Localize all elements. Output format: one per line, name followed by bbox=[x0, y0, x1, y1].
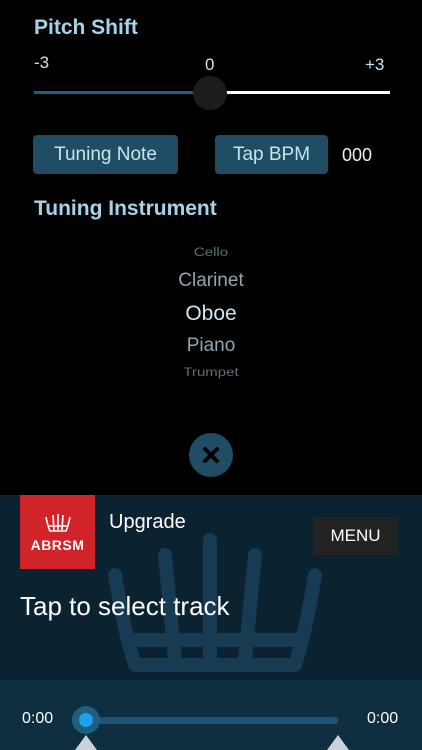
pitch-max-label: +3 bbox=[365, 55, 385, 74]
tap-bpm-button[interactable]: Tap BPM bbox=[215, 135, 328, 174]
instrument-picker[interactable]: Cello Clarinet Oboe Piano Trumpet bbox=[0, 238, 422, 388]
progress-bar: 0:00 0:00 bbox=[0, 680, 422, 750]
bpm-value: 000 bbox=[342, 145, 373, 165]
loop-end-marker-icon[interactable] bbox=[327, 735, 349, 750]
slider-thumb[interactable] bbox=[193, 76, 227, 110]
playback-track bbox=[86, 717, 338, 724]
picker-item-cello[interactable]: Cello bbox=[0, 246, 422, 260]
slider-track-filled bbox=[34, 91, 210, 94]
time-start: 0:00 bbox=[22, 710, 54, 727]
close-button[interactable] bbox=[189, 433, 233, 477]
pitch-shift-slider[interactable] bbox=[34, 76, 390, 110]
pitch-min-label: -3 bbox=[34, 53, 50, 72]
tuning-instrument-title: Tuning Instrument bbox=[34, 197, 217, 220]
picker-item-oboe[interactable]: Oboe bbox=[0, 302, 422, 326]
upgrade-link[interactable]: Upgrade bbox=[109, 511, 186, 534]
pitch-mid-label: 0 bbox=[205, 55, 215, 74]
player-footer: ABRSM Upgrade MENU Tap to select track 0… bbox=[0, 495, 422, 750]
playback-thumb-core bbox=[79, 713, 93, 727]
slider-track-empty bbox=[210, 91, 390, 94]
playback-slider[interactable] bbox=[72, 700, 338, 740]
abrsm-logo[interactable]: ABRSM bbox=[20, 495, 95, 569]
menu-button[interactable]: MENU bbox=[313, 517, 398, 555]
picker-item-piano[interactable]: Piano bbox=[0, 335, 422, 357]
pitch-shift-title: Pitch Shift bbox=[34, 16, 138, 39]
picker-item-clarinet[interactable]: Clarinet bbox=[0, 270, 422, 292]
picker-item-trumpet[interactable]: Trumpet bbox=[0, 366, 422, 380]
abrsm-logo-text: ABRSM bbox=[30, 537, 85, 553]
close-icon bbox=[203, 447, 219, 463]
crown-icon bbox=[45, 514, 71, 532]
track-prompt[interactable]: Tap to select track bbox=[20, 591, 230, 622]
time-end: 0:00 bbox=[367, 710, 399, 727]
playback-thumb[interactable] bbox=[72, 706, 100, 734]
loop-start-marker-icon[interactable] bbox=[75, 735, 97, 750]
tuning-note-button[interactable]: Tuning Note bbox=[33, 135, 178, 174]
